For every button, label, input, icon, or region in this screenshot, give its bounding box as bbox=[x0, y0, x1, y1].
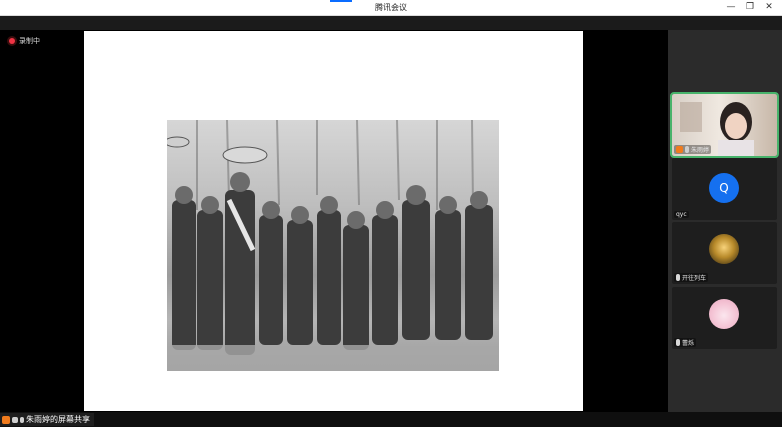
recording-indicator: 录制中 bbox=[9, 36, 40, 46]
title-bar: 腾讯会议 — ❐ ✕ bbox=[0, 0, 782, 16]
microphone-icon bbox=[20, 416, 24, 423]
participant-name: qyc bbox=[676, 211, 687, 218]
minimize-button[interactable]: — bbox=[724, 1, 738, 14]
participant-name: 朱雨婷 bbox=[691, 147, 710, 154]
shared-slide bbox=[84, 31, 583, 411]
participant-tile-3[interactable]: 开往列车 bbox=[672, 222, 777, 284]
close-button[interactable]: ✕ bbox=[762, 1, 776, 14]
microphone-icon bbox=[685, 146, 689, 153]
participant-panel bbox=[668, 30, 782, 412]
window-title: 腾讯会议 bbox=[375, 3, 407, 12]
top-toolbar bbox=[0, 16, 782, 30]
maximize-button[interactable]: ❐ bbox=[743, 1, 757, 14]
host-icon bbox=[676, 146, 683, 153]
participant-avatar: Q bbox=[709, 173, 739, 203]
participant-tile-2[interactable]: Q qyc bbox=[672, 158, 777, 220]
screen-share-label: 朱雨婷的屏幕共享 bbox=[26, 415, 90, 424]
historical-photo bbox=[167, 120, 499, 371]
participant-name-tag: 蕾烁 bbox=[674, 338, 697, 347]
participant-name: 开往列车 bbox=[682, 275, 707, 282]
participant-name-tag: 开往列车 bbox=[674, 273, 709, 282]
host-icon bbox=[2, 415, 10, 424]
participant-name: 蕾烁 bbox=[682, 340, 695, 347]
recording-dot-icon bbox=[9, 38, 15, 44]
participant-name-tag: qyc bbox=[674, 211, 689, 218]
screen-icon bbox=[12, 416, 18, 423]
microphone-muted-icon bbox=[676, 339, 680, 346]
recording-label: 录制中 bbox=[19, 37, 40, 45]
participant-name-tag: 朱雨婷 bbox=[674, 145, 712, 154]
screen-share-indicator[interactable]: 朱雨婷的屏幕共享 bbox=[0, 413, 94, 426]
microphone-muted-icon bbox=[676, 274, 680, 281]
participant-avatar bbox=[709, 234, 739, 264]
photo-drawing bbox=[167, 120, 499, 371]
participant-tile-1[interactable]: 朱雨婷 bbox=[670, 92, 779, 158]
participant-avatar bbox=[709, 299, 739, 329]
participant-tile-4[interactable]: 蕾烁 bbox=[672, 287, 777, 349]
status-bar: 朱雨婷的屏幕共享 bbox=[0, 412, 782, 427]
